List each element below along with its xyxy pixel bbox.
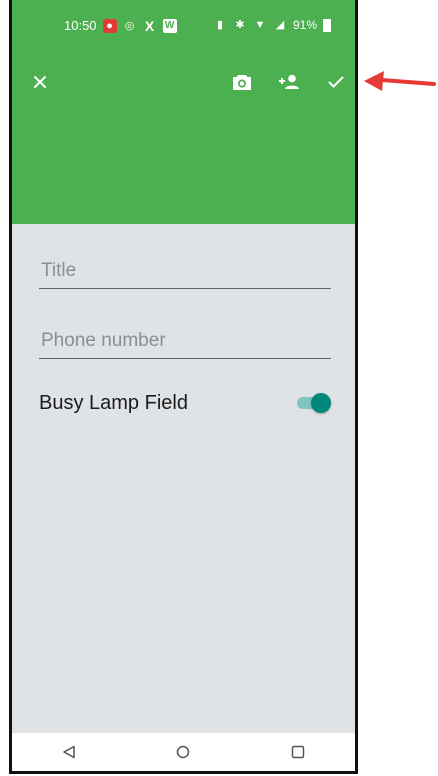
annotation-arrow-icon — [364, 71, 436, 91]
phone-number-input[interactable] — [39, 330, 331, 358]
check-icon — [328, 76, 344, 88]
home-circle-icon — [177, 745, 190, 759]
home-button[interactable] — [163, 737, 203, 767]
wifi-icon: ▼ — [254, 19, 266, 31]
busy-lamp-field-row: Busy Lamp Field — [39, 390, 331, 418]
camera-button[interactable] — [228, 68, 256, 96]
busy-lamp-field-toggle[interactable] — [297, 393, 331, 413]
close-button[interactable] — [26, 68, 54, 96]
toggle-knob — [311, 393, 331, 413]
status-right: ▮ ✱ ▼ ◢ 91% — [213, 18, 331, 32]
camera-icon — [233, 75, 251, 90]
x-app-icon: X — [144, 17, 155, 34]
screen-record-icon: ● — [102, 18, 117, 33]
save-button[interactable] — [322, 68, 350, 96]
busy-lamp-field-label: Busy Lamp Field — [39, 392, 188, 414]
phone-frame: 10:50 ● ◎ X W ▮ ✱ ▼ ◢ 91% Title Phone nu… — [9, 0, 358, 774]
recents-square-icon — [291, 745, 305, 759]
add-person-icon — [279, 74, 299, 89]
back-button[interactable] — [49, 737, 89, 767]
phone-number-field — [39, 330, 331, 359]
bluetooth-icon: ✱ — [235, 19, 245, 31]
location-icon: ◎ — [124, 19, 135, 32]
form-content: Busy Lamp Field — [12, 224, 355, 736]
word-app-icon: W — [162, 18, 177, 33]
status-bar: 10:50 ● ◎ X W ▮ ✱ ▼ ◢ 91% — [12, 0, 355, 56]
status-time: 10:50 — [64, 18, 97, 33]
battery-percent: 91% — [292, 18, 317, 32]
close-icon — [34, 76, 46, 88]
app-toolbar — [12, 56, 355, 224]
battery-icon — [323, 18, 331, 32]
signal-icon: ◢ — [275, 19, 285, 31]
navigation-bar — [12, 733, 355, 771]
recents-button[interactable] — [278, 737, 318, 767]
title-input[interactable] — [39, 260, 331, 288]
vibrate-icon: ▮ — [216, 19, 223, 31]
status-left: 10:50 ● ◎ X W — [64, 18, 177, 33]
title-field — [39, 260, 331, 289]
back-triangle-icon — [63, 745, 75, 759]
add-contact-button[interactable] — [275, 68, 303, 96]
